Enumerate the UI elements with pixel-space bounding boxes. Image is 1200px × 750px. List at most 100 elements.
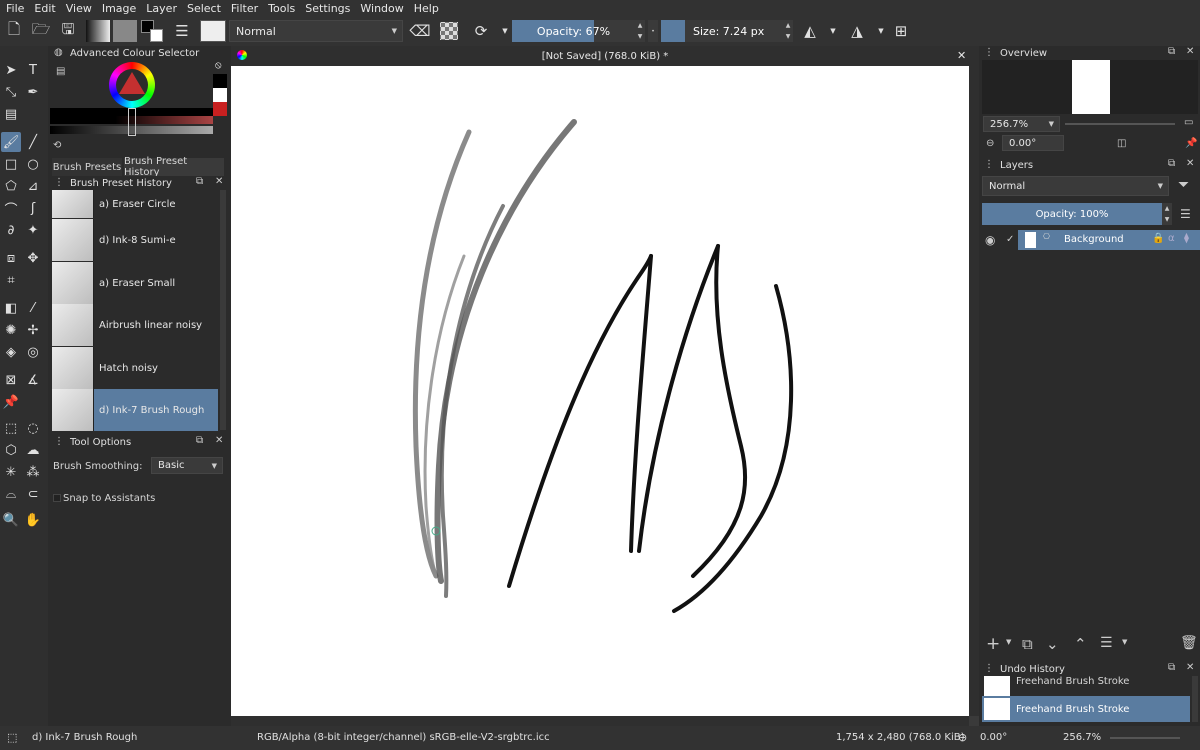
menu-view[interactable]: View [60, 2, 96, 15]
close-document-icon[interactable]: ✕ [957, 49, 966, 62]
chevron-down-icon[interactable]: ▼ [1006, 638, 1011, 646]
drag-handle-icon[interactable]: ⋮ [984, 159, 994, 170]
menu-edit[interactable]: Edit [28, 2, 59, 15]
lock-icon[interactable]: 🔒 [1152, 233, 1164, 244]
similar-color-selection-tool-icon[interactable]: ⁂ [23, 462, 43, 482]
float-panel-icon[interactable]: ⧉ [196, 435, 203, 446]
chevron-down-icon[interactable]: ▼ [822, 20, 844, 42]
ellipse-tool-icon[interactable]: ○ [23, 154, 43, 174]
reset-colors-icon[interactable]: ⦸ [215, 60, 222, 71]
brush-item-airbrush-linear-noisy[interactable]: Airbrush linear noisy [52, 304, 218, 346]
float-panel-icon[interactable]: ⧉ [1168, 158, 1175, 169]
menu-file[interactable]: File [0, 2, 28, 15]
close-icon[interactable]: ✕ [1186, 46, 1194, 57]
menu-window[interactable]: Window [354, 2, 407, 15]
layer-opacity-slider[interactable]: Opacity: 100% [982, 203, 1162, 225]
close-icon[interactable]: ✕ [1186, 158, 1194, 169]
mirror-view-icon[interactable]: ◫ [1117, 138, 1126, 149]
refresh-icon[interactable]: ⟲ [53, 140, 61, 151]
zoom-tool-icon[interactable]: 🔍 [1, 510, 21, 530]
layer-opacity-spinner[interactable]: ▲ ▼ [1162, 203, 1172, 225]
background-color-swatch[interactable] [150, 29, 163, 42]
polygonal-selection-tool-icon[interactable]: ⬡ [1, 440, 21, 460]
brush-item-eraser-small[interactable]: a) Eraser Small [52, 262, 218, 304]
menu-tools[interactable]: Tools [262, 2, 299, 15]
text-tool-icon[interactable]: T [23, 60, 43, 80]
move-layer-down-icon[interactable]: ⌄ [1046, 635, 1059, 653]
size-spinner[interactable]: ▲ ▼ [783, 20, 793, 42]
brush-item-ink-7-brush-rough[interactable]: d) Ink-7 Brush Rough [52, 389, 218, 431]
drag-handle-icon[interactable]: ⋮ [984, 47, 994, 58]
drag-handle-icon[interactable]: ⋮ [54, 177, 64, 188]
rotation-input[interactable]: 0.00° [1002, 135, 1064, 151]
color-history-black[interactable] [213, 74, 227, 88]
tab-brush-presets[interactable]: Brush Presets [52, 158, 122, 176]
bezier-curve-tool-icon[interactable]: ⌒ [1, 198, 21, 218]
blend-mode-select[interactable]: Normal ▼ [229, 20, 403, 42]
layer-properties-icon[interactable]: ☰ [1100, 635, 1113, 651]
move-layer-up-icon[interactable]: ⌃ [1074, 635, 1087, 653]
slider-handle[interactable] [128, 108, 136, 136]
layer-blend-mode-select[interactable]: Normal ▼ [982, 176, 1169, 196]
save-document-icon[interactable]: 🖫 [57, 20, 79, 42]
move-tool-icon[interactable]: ✥ [23, 248, 43, 268]
assistant-tool-icon[interactable]: ⊠ [1, 370, 21, 390]
eraser-mode-icon[interactable]: ⌫ [409, 20, 431, 42]
pin-icon[interactable]: 📌 [1185, 138, 1197, 149]
float-panel-icon[interactable]: ⧉ [1168, 662, 1175, 673]
menu-image[interactable]: Image [96, 2, 140, 15]
fill-tool-icon[interactable]: ◈ [1, 342, 21, 362]
rectangular-selection-tool-icon[interactable]: ⬚ [1, 418, 21, 438]
drag-handle-icon[interactable]: ⋮ [984, 663, 994, 674]
line-tool-icon[interactable]: ╱ [23, 132, 43, 152]
layer-row-background[interactable]: ⎔ Background 🔒 α ⧫ [1018, 230, 1200, 250]
new-document-icon[interactable]: 🗋 [3, 20, 25, 42]
pattern-selector[interactable] [113, 20, 137, 42]
close-icon[interactable]: ✕ [215, 176, 223, 187]
color-history-white[interactable] [213, 88, 227, 102]
open-document-icon[interactable]: 🗁 [30, 20, 52, 42]
polyline-tool-icon[interactable]: ⊿ [23, 176, 43, 196]
opacity-menu[interactable]: • [648, 20, 658, 42]
pan-tool-icon[interactable]: ✋ [23, 510, 43, 530]
close-icon[interactable]: ✕ [1186, 662, 1194, 673]
menu-help[interactable]: Help [408, 2, 443, 15]
preserve-alpha-icon[interactable] [440, 22, 458, 40]
fit-view-icon[interactable]: ▭ [1184, 117, 1193, 128]
bezier-selection-tool-icon[interactable]: ⌓ [1, 484, 21, 504]
hue-ring[interactable] [109, 62, 155, 108]
document-tab[interactable]: [Not Saved] (768.0 KiB) * ✕ [231, 46, 979, 66]
chevron-down-icon[interactable]: ▼ [870, 20, 892, 42]
wrap-around-icon[interactable]: ⊞ [890, 20, 912, 42]
settings-icon[interactable]: ▤ [56, 66, 65, 77]
undo-scrollbar[interactable] [1192, 676, 1198, 722]
duplicate-layer-icon[interactable]: ⧉ [1022, 635, 1033, 653]
color-picker-tool-icon[interactable]: ⁄ [23, 298, 43, 318]
tab-brush-preset-history[interactable]: Brush Preset History [124, 156, 224, 178]
crop-tool-icon[interactable]: ⌗ [1, 270, 21, 290]
drag-handle-icon[interactable]: ⋮ [54, 436, 64, 447]
enclose-fill-tool-icon[interactable]: ◎ [23, 342, 43, 362]
polygon-tool-icon[interactable]: ⬠ [1, 176, 21, 196]
elliptical-selection-tool-icon[interactable]: ◌ [23, 418, 43, 438]
snap-to-assistants-checkbox[interactable] [53, 494, 61, 502]
transform-tool-icon[interactable]: ⧈ [1, 248, 21, 268]
menu-filter[interactable]: Filter [225, 2, 262, 15]
edit-shapes-tool-icon[interactable]: ⤡ [1, 82, 21, 102]
reference-images-tool-icon[interactable]: 📌 [1, 392, 21, 412]
filter-icon[interactable]: ⏷ [1178, 177, 1189, 193]
alpha-lock-icon[interactable]: α [1168, 233, 1175, 244]
inherit-alpha-icon[interactable]: ⧫ [1184, 233, 1189, 244]
brush-smoothing-select[interactable]: Basic ▼ [151, 457, 223, 474]
undo-history-item[interactable]: Freehand Brush Stroke [982, 676, 1190, 696]
undo-history-item-selected[interactable]: Freehand Brush Stroke [982, 696, 1190, 722]
dynamic-brush-tool-icon[interactable]: ∂ [1, 220, 21, 240]
color-history-red[interactable] [213, 102, 227, 116]
size-slider[interactable]: Size: 7.24 px [685, 20, 783, 42]
brush-preset-icon[interactable] [200, 20, 226, 42]
smart-patch-tool-icon[interactable]: ✢ [23, 320, 43, 340]
horizontal-scrollbar[interactable] [231, 716, 969, 726]
float-panel-icon[interactable]: ⧉ [1168, 46, 1175, 57]
freehand-brush-tool-icon[interactable]: 🖌 [1, 132, 21, 152]
brush-settings-icon[interactable]: ☰ [171, 20, 193, 42]
